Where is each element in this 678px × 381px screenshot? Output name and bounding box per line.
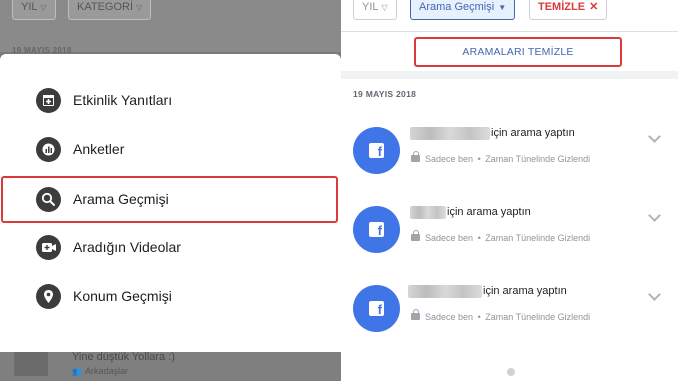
dimmed-filter-bar: YIL ▽ KATEGORİ ▽ 19 MAYIS 2018 [0,0,341,55]
dimmed-post-preview: Yine düştük Yollara :) 👥 Arkadaşlar [0,351,341,381]
video-plus-icon [36,235,61,260]
chevron-down-icon[interactable] [648,130,661,143]
entry-title: için arama yaptın [483,285,567,297]
year-filter-label: YIL [21,1,38,13]
post-audience: 👥 Arkadaşlar [72,366,128,376]
section-separator [341,71,678,79]
lock-icon [411,309,420,320]
left-panel: YIL ▽ KATEGORİ ▽ 19 MAYIS 2018 Etkinlik Ya… [0,0,341,381]
redacted-search-term [410,127,490,140]
entry-title: için arama yaptın [491,127,575,139]
menu-item-polls[interactable]: Anketler [0,126,341,174]
entry-title: için arama yaptın [447,206,531,218]
avatar [14,352,48,376]
facebook-logo-icon: f [353,127,400,174]
clear-filter-label: TEMİZLE [538,1,586,13]
active-filter-chip[interactable]: Arama Geçmişi ▼ [410,0,516,20]
chevron-down-icon: ▽ [136,3,143,12]
facebook-logo-icon: f [353,206,400,253]
post-text: Yine düştük Yollara :) [72,351,175,363]
chevron-down-icon: ▽ [40,3,47,12]
redacted-search-term [410,206,446,219]
category-sheet: Etkinlik Yanıtları Anketler Arama Geçmiş… [0,54,341,352]
chevron-down-icon[interactable] [648,288,661,301]
divider [341,31,678,32]
menu-item-label: Arama Geçmişi [73,191,169,207]
menu-item-location-history[interactable]: Konum Geçmişi [0,273,341,321]
caret-down-icon: ▼ [498,3,507,12]
menu-item-label: Konum Geçmişi [73,288,172,304]
menu-item-event-responses[interactable]: Etkinlik Yanıtları [0,77,341,125]
category-filter-label: KATEGORİ [77,1,134,13]
activity-entry[interactable]: f için arama yaptın Sadece ben • Zaman T… [341,279,678,349]
menu-item-search-history[interactable]: Arama Geçmişi [1,176,338,223]
chevron-down-icon[interactable] [648,209,661,222]
year-filter-label: YIL [362,1,379,13]
poll-chart-icon [36,137,61,162]
menu-item-searched-videos[interactable]: Aradığın Videolar [0,224,341,272]
activity-entry[interactable]: f için arama yaptın Sadece ben • Zaman T… [341,121,678,191]
entry-meta: Sadece ben • Zaman Tünelinde Gizlendi [411,309,590,322]
chevron-down-icon: ▽ [381,3,388,12]
close-icon: ✕ [589,1,599,13]
lock-icon [411,230,420,241]
year-filter-dimmed: YIL ▽ [12,0,56,20]
lock-icon [411,151,420,162]
clear-searches-button[interactable]: ARAMALARI TEMİZLE [414,37,622,67]
loading-indicator [507,368,515,376]
right-panel: YIL ▽ Arama Geçmişi ▼ TEMİZLE ✕ ARAMALARI T… [341,0,678,381]
menu-item-label: Aradığın Videolar [73,239,181,255]
entry-meta: Sadece ben • Zaman Tünelinde Gizlendi [411,151,590,164]
date-header: 19 MAYIS 2018 [353,89,417,99]
search-icon [36,187,61,212]
menu-item-label: Anketler [73,141,125,157]
friends-icon: 👥 [72,367,82,376]
calendar-plus-icon [36,88,61,113]
location-pin-icon [36,284,61,309]
redacted-search-term [408,285,482,298]
entry-meta: Sadece ben • Zaman Tünelinde Gizlendi [411,230,590,243]
activity-entry[interactable]: f için arama yaptın Sadece ben • Zaman T… [341,200,678,270]
menu-item-label: Etkinlik Yanıtları [73,92,173,108]
year-filter[interactable]: YIL ▽ [353,0,397,20]
clear-filter-button[interactable]: TEMİZLE ✕ [529,0,608,20]
active-filter-label: Arama Geçmişi [419,1,495,13]
facebook-logo-icon: f [353,285,400,332]
category-filter-dimmed: KATEGORİ ▽ [68,0,152,20]
